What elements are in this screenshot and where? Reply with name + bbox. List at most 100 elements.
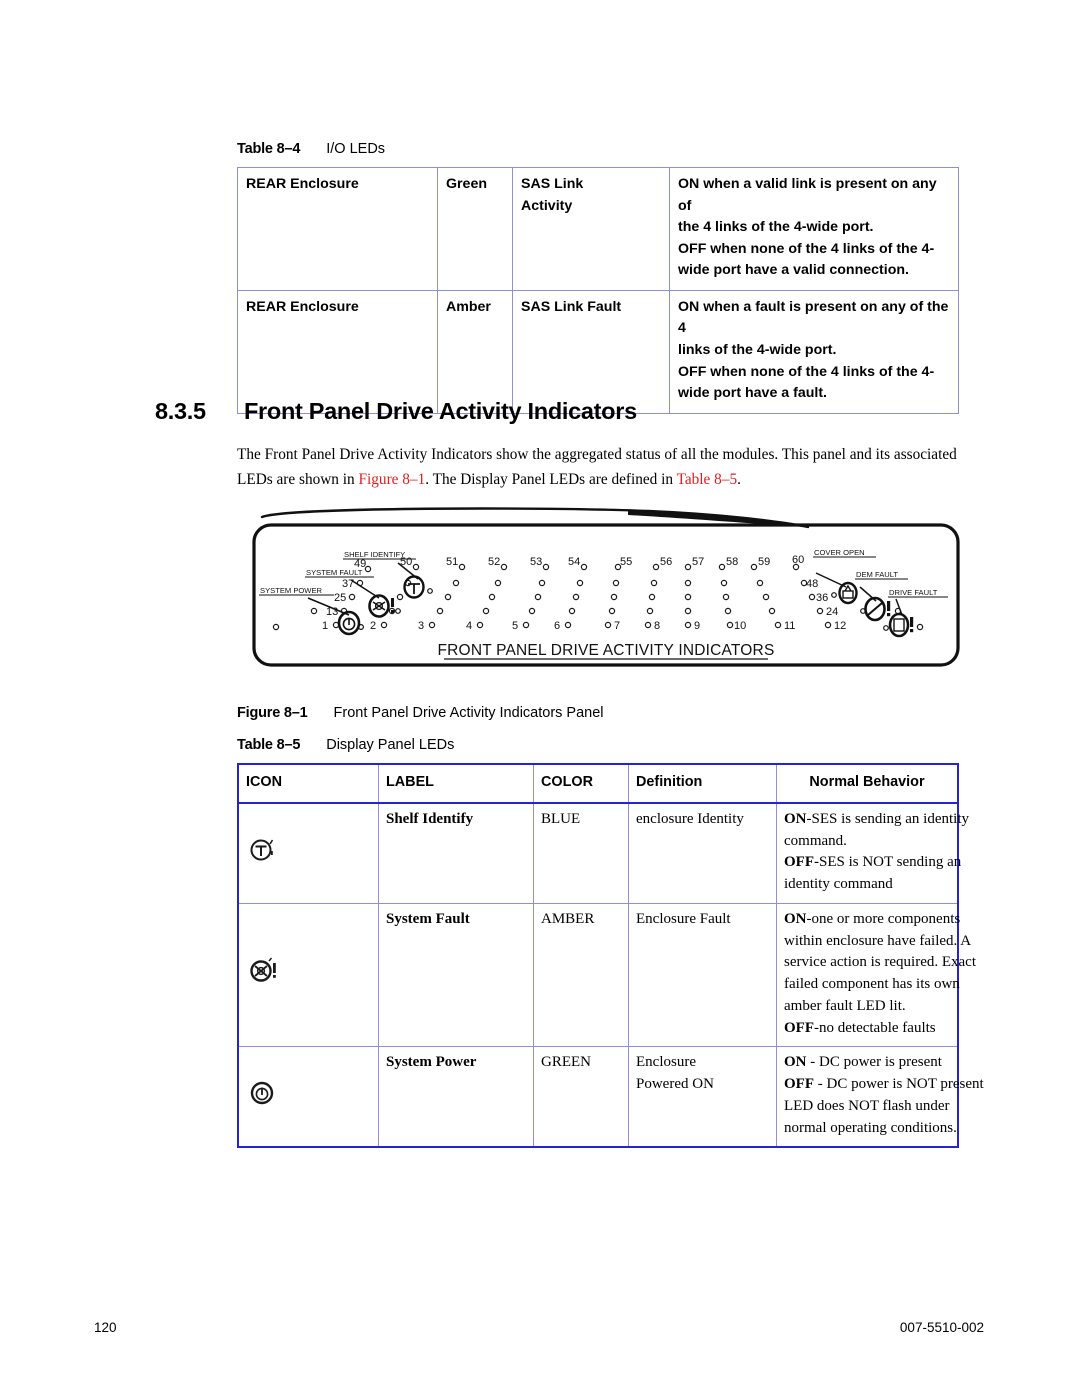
table-row: System Power GREEN Enclosure Powered ON … [237, 1046, 984, 1149]
cell-enclosure: REAR Enclosure [237, 289, 438, 414]
cell-label: SAS Link Fault [512, 289, 670, 414]
table-85-display-panel-leds: ICON LABEL COLOR Definition Normal Behav… [237, 763, 984, 1149]
callout-labels: SHELF IDENTIFY SYSTEM FAULT SYSTEM POWER… [259, 548, 948, 598]
svg-text:25: 25 [334, 592, 346, 604]
definition-line: Enclosure [636, 1054, 696, 1071]
svg-text:50: 50 [400, 556, 412, 568]
behavior-line: OFF - DC power is NOT present [784, 1074, 984, 1096]
column-header-label: LABEL [378, 763, 534, 804]
behavior-rest: service action is required. Exact [784, 954, 976, 971]
svg-text:55: 55 [620, 556, 632, 568]
table-85-caption-label: Table 8–5 [237, 737, 301, 753]
cell-label: SAS Link Activity [512, 167, 670, 291]
cell-normal-behavior: ON - DC power is present OFF - DC power … [776, 1046, 984, 1149]
table-84-io-leds: REAR Enclosure Green SAS Link Activity O… [237, 167, 959, 414]
svg-text:7: 7 [614, 620, 620, 632]
xref-figure-8-1[interactable]: Figure 8–1 [359, 471, 426, 488]
cell-color: Amber [437, 289, 513, 414]
table-84-caption-label: Table 8–4 [237, 141, 301, 157]
svg-text:1: 1 [322, 620, 328, 632]
section-number: 8.3.5 [155, 398, 206, 424]
led-label: System Fault [386, 910, 470, 927]
cell-definition: enclosure Identity [628, 802, 777, 904]
front-panel-drawing: SHELF IDENTIFY SYSTEM FAULT SYSTEM POWER… [252, 507, 960, 667]
behavior-line: normal operating conditions. [784, 1118, 957, 1140]
svg-text:48: 48 [806, 578, 818, 590]
svg-text:53: 53 [530, 556, 542, 568]
svg-text:52: 52 [488, 556, 500, 568]
svg-text:11: 11 [784, 620, 795, 632]
xref-table-8-5[interactable]: Table 8–5 [677, 471, 738, 488]
behavior-line: failed component has its own [784, 974, 960, 996]
svg-text:5: 5 [512, 620, 518, 632]
panel-numbers: 1 2 3 4 5 6 7 8 9 10 11 12 13 24 25 36 3… [322, 554, 846, 632]
figure-caption-label: Figure 8–1 [237, 705, 308, 721]
cell-label-line: SAS Link Fault [521, 298, 622, 315]
cell-icon [237, 1046, 379, 1149]
table-header-row: ICON LABEL COLOR Definition Normal Behav… [237, 763, 959, 804]
behavior-rest: command. [784, 832, 847, 849]
cell-behavior-line: wide port have a valid connection. [678, 262, 909, 279]
definition-line: enclosure Identity [636, 810, 744, 827]
cell-color: BLUE [533, 802, 629, 904]
behavior-rest: -one or more components [806, 910, 961, 927]
svg-text:8: 8 [654, 620, 660, 632]
cell-color: Green [437, 167, 513, 291]
shelf-identify-led-glyph [403, 575, 433, 599]
svg-text:54: 54 [568, 556, 580, 568]
column-header-definition: Definition [628, 763, 777, 804]
svg-text:51: 51 [446, 556, 458, 568]
footer-document-number: 007-5510-002 [899, 1320, 984, 1335]
cell-icon [237, 902, 379, 1048]
svg-text:36: 36 [816, 592, 828, 604]
svg-text:59: 59 [758, 556, 770, 568]
behavior-rest: failed component has its own [784, 976, 960, 993]
cell-behavior-line: wide port have a fault. [678, 385, 827, 402]
section-title: Front Panel Drive Activity Indicators [244, 398, 637, 424]
front-panel-figure: SHELF IDENTIFY SYSTEM FAULT SYSTEM POWER… [248, 505, 964, 685]
panel-title: FRONT PANEL DRIVE ACTIVITY INDICATORS [438, 642, 775, 659]
cell-behavior: ON when a fault is present on any of the… [669, 289, 959, 414]
behavior-rest: -no detectable faults [814, 1019, 936, 1036]
behavior-rest: normal operating conditions. [784, 1119, 957, 1136]
cell-normal-behavior: ON-one or more components within enclosu… [776, 902, 976, 1048]
cell-definition: Enclosure Fault [628, 902, 777, 1048]
callout-dem-fault: DEM FAULT [856, 570, 898, 579]
behavior-rest: -SES is NOT sending an [814, 854, 962, 871]
svg-text:3: 3 [418, 620, 424, 632]
table-84-caption: Table 8–4 I/O LEDs [237, 141, 385, 157]
behavior-rest: -SES is sending an identity [806, 810, 970, 827]
behavior-line: service action is required. Exact [784, 952, 976, 974]
behavior-rest: LED does NOT flash under [784, 1097, 950, 1114]
svg-text:49: 49 [354, 558, 366, 570]
column-header-icon: ICON [237, 763, 379, 804]
svg-text:4: 4 [466, 620, 472, 632]
table-row: REAR Enclosure Amber SAS Link Fault ON w… [237, 289, 959, 414]
behavior-rest: within enclosure have failed. A [784, 932, 972, 949]
svg-text:10: 10 [734, 620, 746, 632]
definition-line: Enclosure Fault [636, 910, 731, 927]
figure-caption-text: Front Panel Drive Activity Indicators Pa… [333, 705, 604, 721]
behavior-strong: OFF [784, 1019, 814, 1036]
behavior-line: command. [784, 831, 950, 853]
behavior-rest: amber fault LED lit. [784, 997, 906, 1014]
behavior-strong: ON [784, 910, 807, 927]
cell-behavior: ON when a valid link is present on any o… [669, 167, 959, 291]
behavior-line: OFF-SES is NOT sending an [784, 852, 961, 874]
svg-text:58: 58 [726, 556, 738, 568]
shelf-identify-icon [250, 839, 274, 860]
paragraph-part-2: . The Display Panel LEDs are defined in [425, 470, 677, 488]
behavior-rest: - DC power is NOT present [814, 1076, 984, 1093]
callout-cover-open: COVER OPEN [814, 548, 865, 557]
cell-behavior-line: OFF when none of the 4 links of the 4- [678, 363, 935, 380]
svg-text:12: 12 [834, 620, 846, 632]
system-power-icon [250, 1081, 274, 1105]
svg-text:13: 13 [326, 606, 338, 618]
cell-definition: Enclosure Powered ON [628, 1046, 777, 1149]
panel-title-group: FRONT PANEL DRIVE ACTIVITY INDICATORS [438, 642, 775, 660]
paragraph-part-3: . [737, 470, 741, 488]
behavior-line: LED does NOT flash under [784, 1096, 950, 1118]
svg-text:56: 56 [660, 556, 672, 568]
table-row: Shelf Identify BLUE enclosure Identity O… [237, 802, 969, 904]
table-85-caption: Table 8–5 Display Panel LEDs [237, 737, 454, 753]
